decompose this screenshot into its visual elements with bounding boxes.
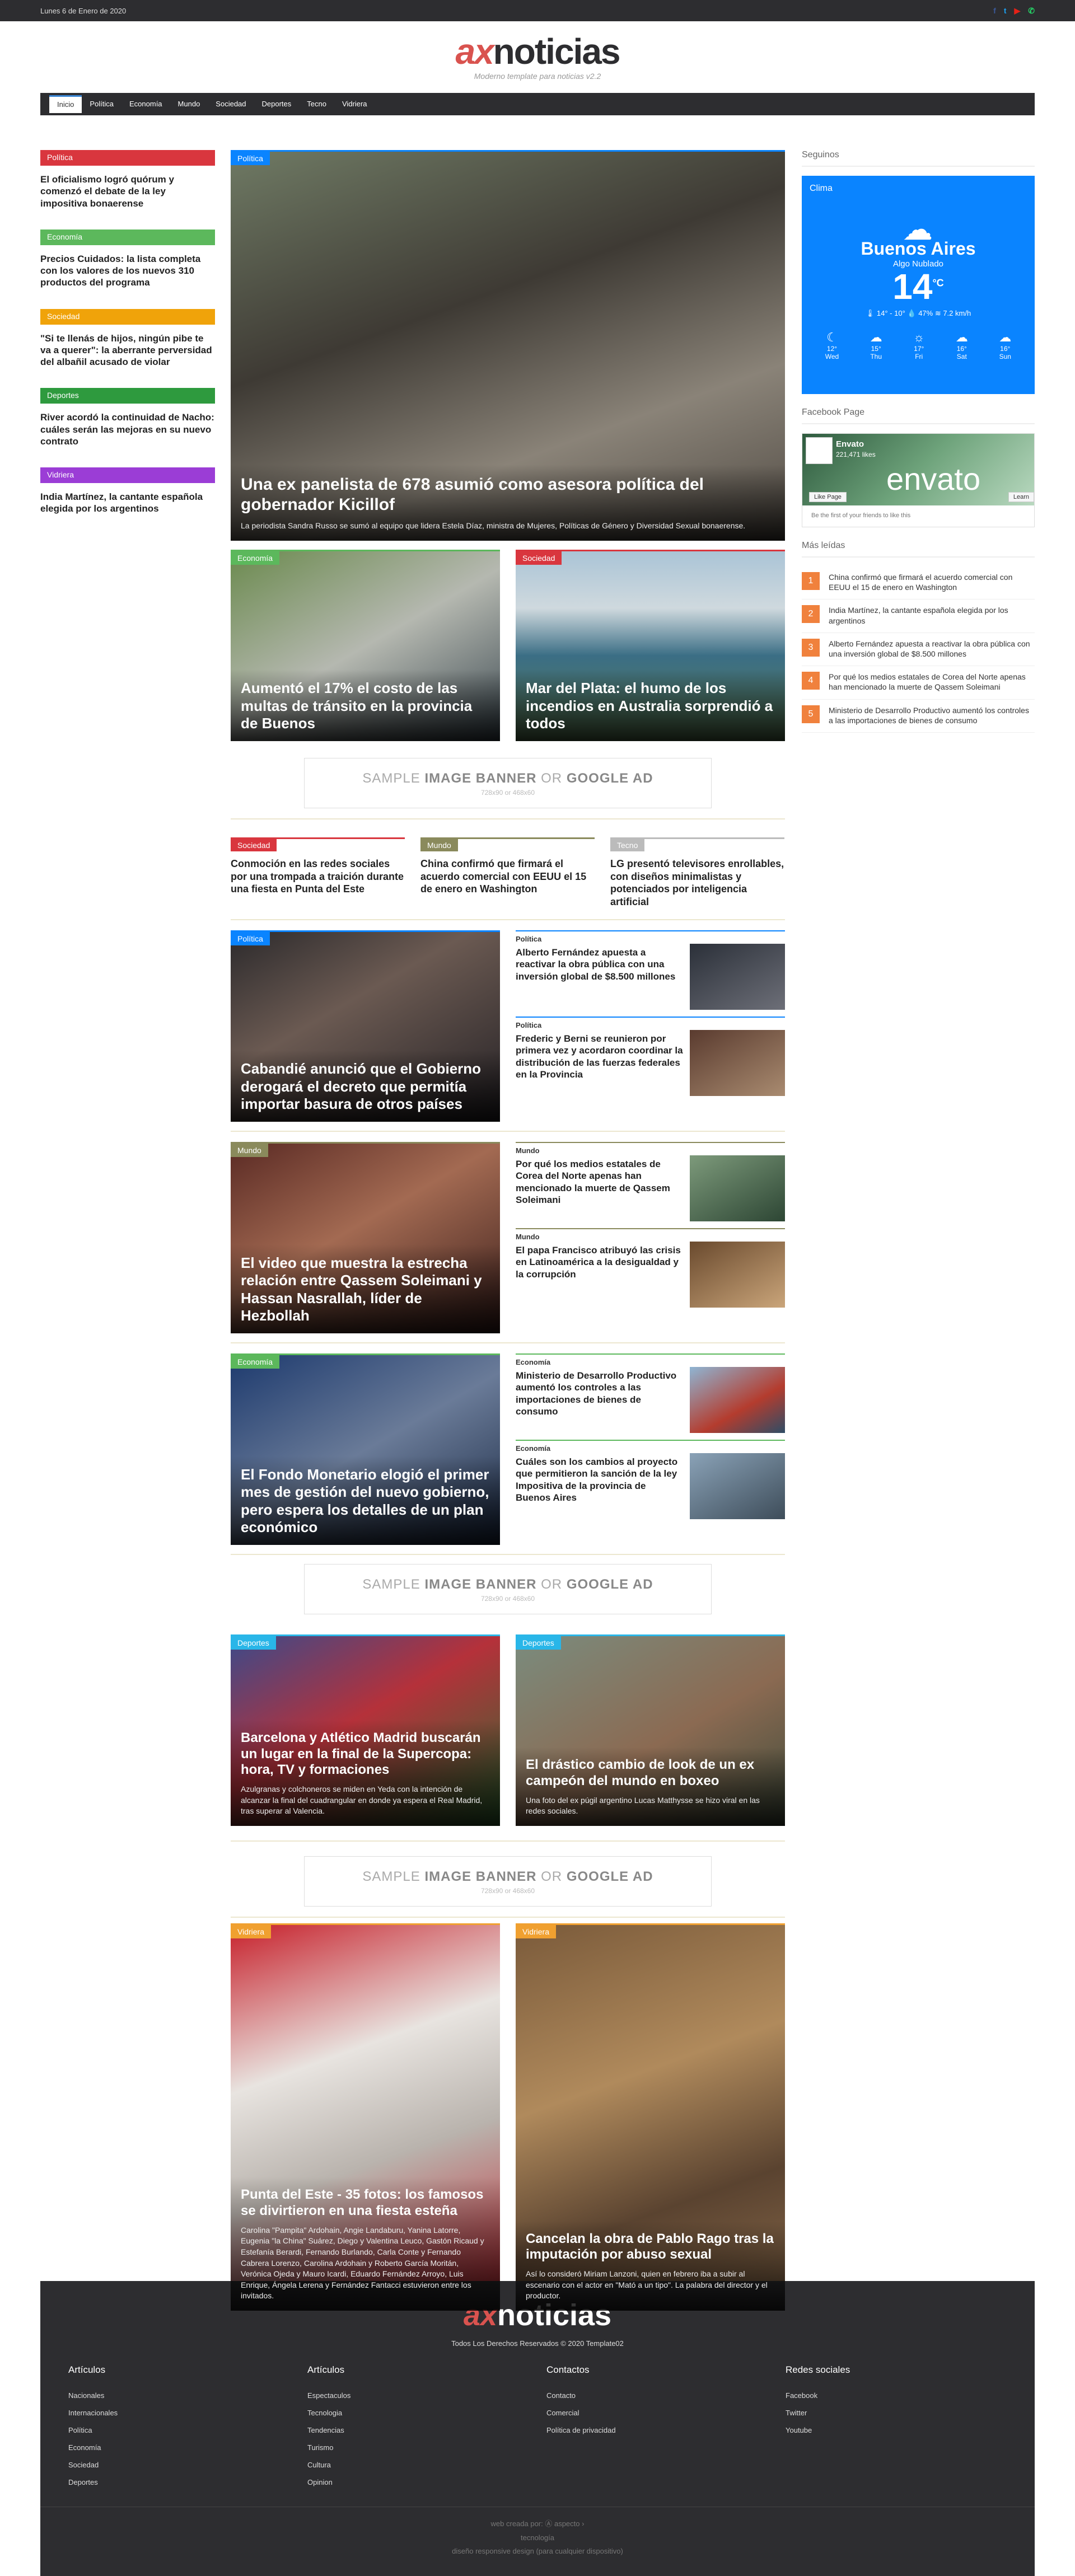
youtube-icon[interactable]: ▶ [1014, 6, 1020, 16]
left-column: Política El oficialismo logró quórum y co… [40, 150, 215, 535]
sun-icon: ☼ [913, 330, 925, 344]
article-card[interactable]: Deportes Barcelona y Atlético Madrid bus… [231, 1634, 500, 1826]
list-item[interactable]: Política Frederic y Berni se reunieron po… [516, 1017, 785, 1103]
like-page-button[interactable]: Like Page [809, 492, 847, 502]
nav-vidriera[interactable]: Vidriera [334, 95, 375, 113]
ad-banner-slot: SAMPLE IMAGE BANNER OR GOOGLE AD 728x90 o… [231, 758, 785, 819]
section-heading: Más leídas [802, 541, 1035, 558]
nav-tecno[interactable]: Tecno [299, 95, 334, 113]
facebook-icon[interactable]: f [993, 6, 996, 16]
popular-item[interactable]: 4 Por qué los medios estatales de Corea d… [802, 666, 1035, 700]
right-column: Seguinos Clima ☁ Buenos Aires Algo Nubla… [802, 150, 1035, 733]
cloud-moon-icon: ☁ [903, 213, 933, 246]
weather-widget: Clima ☁ Buenos Aires Algo Nublado 14°C 🌡… [802, 176, 1035, 394]
article-card[interactable]: Economía Aumentó el 17% el costo de las … [231, 550, 500, 741]
header: axnoticias Moderno template para noticia… [0, 21, 1075, 93]
left-item[interactable]: Sociedad "Si te llenás de hijos, ningún p… [40, 308, 215, 368]
nav-sociedad[interactable]: Sociedad [208, 95, 254, 113]
footer: axnoticias Todos Los Derechos Reservados… [40, 2281, 1035, 2576]
moon-icon: ☾ [826, 330, 838, 344]
section-heading: Facebook Page [802, 408, 1035, 424]
left-item[interactable]: Economía Precios Cuidados: la lista compl… [40, 229, 215, 289]
hero-desc: La periodista Sandra Russo se sumó al eq… [241, 521, 746, 531]
current-date: Lunes 6 de Enero de 2020 [40, 6, 127, 15]
facebook-widget[interactable]: Envato 221,471 likes envato Like Page Le… [802, 433, 1035, 527]
nav-inicio[interactable]: Inicio [49, 95, 82, 113]
nav-mundo[interactable]: Mundo [170, 95, 208, 113]
nav-economia[interactable]: Economía [121, 95, 170, 113]
politica-block: Política Cabandié anunció que el Gobiern… [231, 930, 785, 1122]
list-item[interactable]: Política Alberto Fernández apuesta a reac… [516, 930, 785, 1017]
left-item[interactable]: Vidriera India Martínez, la cantante espa… [40, 467, 215, 515]
learn-button[interactable]: Learn [1008, 492, 1034, 502]
social-links: f t ▶ ✆ [993, 6, 1035, 16]
article-card[interactable]: Economía El Fondo Monetario elogió el pr… [231, 1353, 500, 1545]
nav-politica[interactable]: Política [82, 95, 121, 113]
popular-item[interactable]: 3 Alberto Fernández apuesta a reactivar l… [802, 633, 1035, 667]
cloud-icon: ☁ [999, 330, 1012, 344]
list-item[interactable]: Tecno LG presentó televisores enrollables… [610, 837, 784, 908]
ad-banner-slot: SAMPLE IMAGE BANNER OR GOOGLE AD 728x90 o… [231, 1856, 785, 1918]
ad-banner[interactable]: SAMPLE IMAGE BANNER OR GOOGLE AD 728x90 o… [304, 1564, 712, 1614]
cloud-icon: ☁ [870, 330, 882, 344]
popular-item[interactable]: 5 Ministerio de Desarrollo Productivo aum… [802, 700, 1035, 733]
three-news-row: Sociedad Conmoción en las redes sociales … [231, 837, 785, 908]
list-item[interactable]: Sociedad Conmoción en las redes sociales … [231, 837, 405, 908]
ad-banner[interactable]: SAMPLE IMAGE BANNER OR GOOGLE AD 728x90 o… [304, 1856, 712, 1907]
cloud-icon: ☁ [955, 330, 968, 344]
list-item[interactable]: Economía Cuáles son los cambios al proyec… [516, 1440, 785, 1526]
whatsapp-icon[interactable]: ✆ [1028, 6, 1035, 16]
twitter-icon[interactable]: t [1004, 6, 1007, 16]
list-item[interactable]: Mundo China confirmó que firmará el acuer… [420, 837, 595, 908]
left-item[interactable]: Deportes River acordó la continuidad de N… [40, 388, 215, 447]
article-card[interactable]: Mundo El video que muestra la estrecha r… [231, 1142, 500, 1333]
article-card[interactable]: Deportes El drástico cambio de look de u… [516, 1634, 785, 1826]
hero-title[interactable]: Una ex panelista de 678 asumió como ases… [241, 475, 775, 515]
popular-item[interactable]: 2 India Martínez, la cantante española el… [802, 599, 1035, 633]
popular-item[interactable]: 1 China confirmó que firmará el acuerdo c… [802, 566, 1035, 600]
economia-block: Economía El Fondo Monetario elogió el pr… [231, 1353, 785, 1545]
site-logo[interactable]: axnoticias [455, 34, 620, 69]
article-card[interactable]: Vidriera Cancelan la obra de Pablo Rago … [516, 1923, 785, 2311]
content: Política El oficialismo logró quórum y co… [40, 115, 1035, 2311]
article-card[interactable]: Política Cabandié anunció que el Gobiern… [231, 930, 500, 1122]
sports-row: Deportes Barcelona y Atlético Madrid bus… [231, 1634, 785, 1826]
site-tagline: Moderno template para noticias v2.2 [474, 72, 601, 81]
ad-banner-slot: SAMPLE IMAGE BANNER OR GOOGLE AD 728x90 o… [231, 1564, 785, 1614]
center-column: Política Una ex panelista de 678 asumió … [231, 150, 785, 2311]
left-item[interactable]: Política El oficialismo logró quórum y co… [40, 150, 215, 209]
category-tag[interactable]: Política [231, 152, 270, 165]
top-bar: Lunes 6 de Enero de 2020 f t ▶ ✆ [0, 0, 1075, 21]
article-card[interactable]: Vidriera Punta del Este - 35 fotos: los … [231, 1923, 500, 2311]
vidriera-row: Vidriera Punta del Este - 35 fotos: los … [231, 1923, 785, 2311]
mundo-block: Mundo El video que muestra la estrecha r… [231, 1142, 785, 1333]
list-item[interactable]: Economía Ministerio de Desarrollo Product… [516, 1353, 785, 1440]
nav-deportes[interactable]: Deportes [254, 95, 300, 113]
section-heading: Seguinos [802, 150, 1035, 167]
article-card[interactable]: Sociedad Mar del Plata: el humo de los i… [516, 550, 785, 741]
hero-article[interactable]: Política Una ex panelista de 678 asumió … [231, 150, 785, 541]
list-item[interactable]: Mundo El papa Francisco atribuyó las cris… [516, 1228, 785, 1314]
ad-banner[interactable]: SAMPLE IMAGE BANNER OR GOOGLE AD 728x90 o… [304, 758, 712, 808]
main-nav: Inicio Política Economía Mundo Sociedad … [40, 93, 1035, 115]
list-item[interactable]: Mundo Por qué los medios estatales de Cor… [516, 1142, 785, 1228]
envato-logo [806, 437, 833, 464]
